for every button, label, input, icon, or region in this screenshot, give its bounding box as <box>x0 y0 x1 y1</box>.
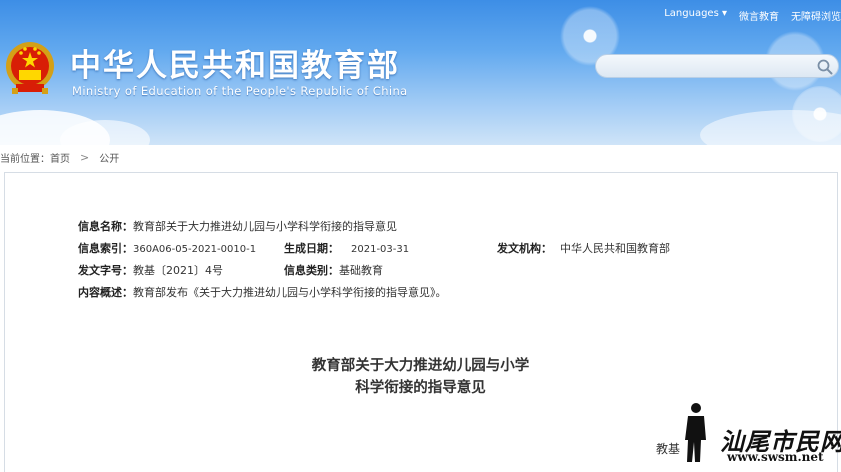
site-title[interactable]: 中华人民共和国教育部 <box>70 40 400 85</box>
meta-value: 教育部关于大力推进幼儿园与小学科学衔接的指导意见 <box>133 220 397 233</box>
chevron-down-icon: ▾ <box>721 8 727 19</box>
languages-label: Languages <box>664 8 719 19</box>
breadcrumb: 当前位置： 首页 > 公开 <box>0 146 119 168</box>
meta-label: 生成日期： <box>284 242 339 255</box>
meta-row-date: 生成日期： 2021-03-31 <box>284 240 409 256</box>
meta-row-name: 信息名称：教育部关于大力推进幼儿园与小学科学衔接的指导意见 <box>78 218 397 234</box>
site-header: Languages ▾ 微言教育 无障碍浏览 中华人民共和国教育部 Minist… <box>0 0 841 145</box>
meta-row-category: 信息类别：基础教育 <box>284 262 383 278</box>
meta-row-summary: 内容概述：教育部发布《关于大力推进幼儿园与小学科学衔接的指导意见》。 <box>78 284 447 300</box>
document-title-line1: 教育部关于大力推进幼儿园与小学 <box>311 358 530 374</box>
site-subtitle: Ministry of Education of the People's Re… <box>72 84 408 98</box>
meta-label: 内容概述： <box>78 286 133 299</box>
breadcrumb-home[interactable]: 首页 <box>50 150 70 165</box>
meta-row-agency: 发文机构： 中华人民共和国教育部 <box>497 240 670 256</box>
meta-value: 教基〔2021〕4号 <box>133 264 223 277</box>
accessibility-link[interactable]: 无障碍浏览 <box>791 8 841 23</box>
breadcrumb-public[interactable]: 公开 <box>99 150 119 165</box>
national-emblem-icon <box>6 42 54 94</box>
meta-row-index: 信息索引：360A06-05-2021-0010-1 <box>78 240 256 256</box>
breadcrumb-prefix: 当前位置： <box>0 153 50 165</box>
chevron-right-icon: > <box>80 150 90 164</box>
meta-label: 信息类别： <box>284 264 339 277</box>
meta-label: 信息索引： <box>78 242 133 255</box>
document-body-start: 教基 <box>656 442 681 456</box>
dandelion-decoration <box>792 86 841 142</box>
meta-value: 360A06-05-2021-0010-1 <box>133 244 257 255</box>
meta-label: 信息名称： <box>78 220 133 233</box>
meta-row-docno: 发文字号：教基〔2021〕4号 <box>78 262 223 278</box>
search-icon[interactable] <box>816 58 834 76</box>
meta-value: 2021-03-31 <box>351 244 410 255</box>
weiyan-link[interactable]: 微言教育 <box>739 8 779 23</box>
watermark-url: www.swsm.net <box>727 450 824 464</box>
meta-value: 中华人民共和国教育部 <box>560 242 670 255</box>
document-title-line2: 科学衔接的指导意见 <box>355 380 486 396</box>
top-links: Languages ▾ 微言教育 无障碍浏览 <box>664 8 841 23</box>
languages-link[interactable]: Languages ▾ <box>664 8 727 23</box>
search-input[interactable] <box>595 54 839 78</box>
meta-label: 发文字号： <box>78 264 133 277</box>
meta-value: 基础教育 <box>339 264 383 277</box>
meta-label: 发文机构： <box>497 242 552 255</box>
meta-value: 教育部发布《关于大力推进幼儿园与小学科学衔接的指导意见》。 <box>133 286 447 299</box>
